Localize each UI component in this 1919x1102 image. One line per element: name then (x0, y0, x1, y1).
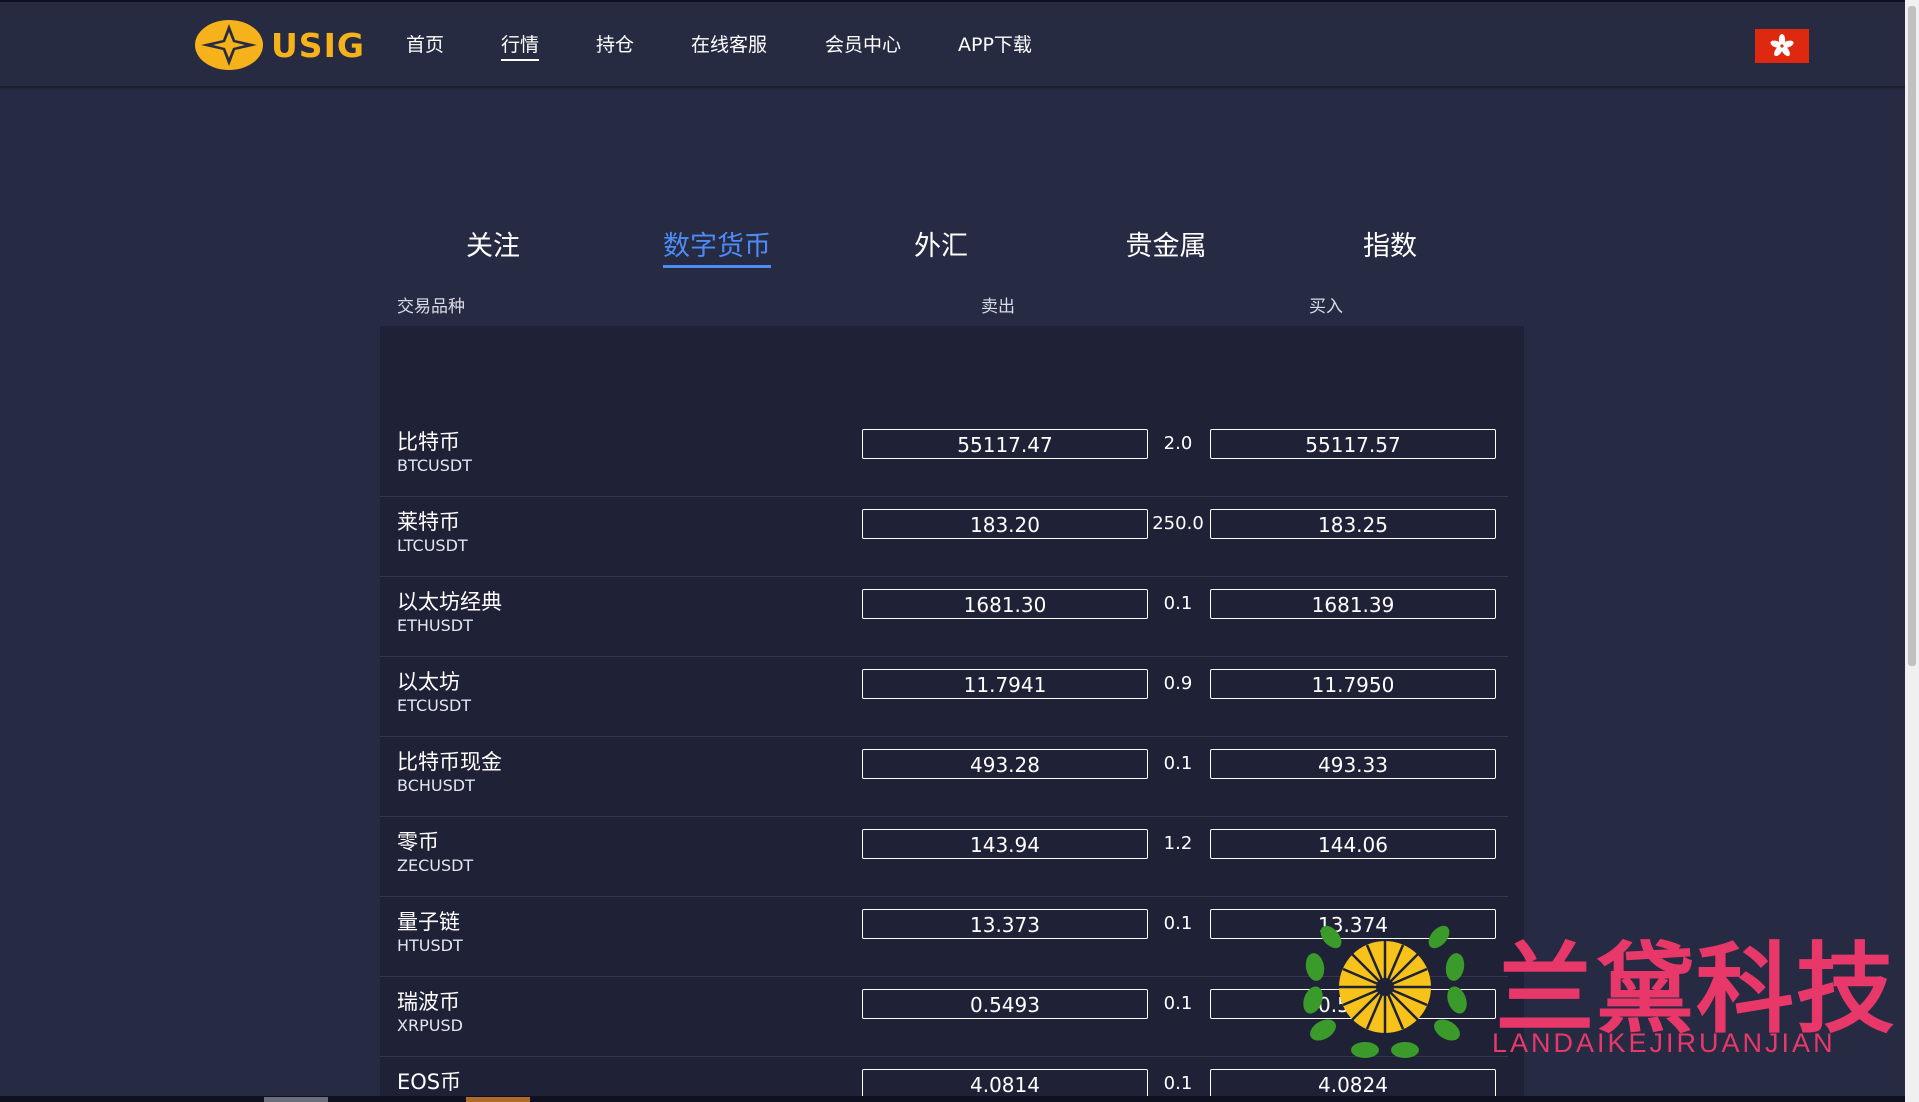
symbol-name: 比特币 (397, 430, 460, 454)
symbol-code: LTCUSDT (397, 536, 468, 555)
symbol-code: BTCUSDT (397, 456, 472, 475)
sell-price-button[interactable]: 1681.30 (862, 589, 1148, 619)
spread-value: 0.1 (1163, 1073, 1193, 1094)
bottom-tab-marker (264, 1097, 328, 1102)
sell-price-button[interactable]: 0.5493 (862, 989, 1148, 1019)
hong-kong-flag-icon (1770, 34, 1794, 57)
nav-item-member-center[interactable]: 会员中心 (825, 30, 901, 57)
symbol-name: EOS币 (397, 1070, 462, 1094)
page-scrollbar[interactable] (1905, 0, 1919, 1102)
tab-indices[interactable]: 指数 (1363, 224, 1417, 263)
symbol-name: 比特币现金 (397, 750, 502, 774)
sell-price-button[interactable]: 11.7941 (862, 669, 1148, 699)
column-header-sell: 卖出 (981, 297, 1015, 317)
sell-price-button[interactable]: 55117.47 (862, 429, 1148, 459)
table-row[interactable]: 以太坊 ETCUSDT 11.7941 0.9 11.7950 (380, 656, 1508, 737)
buy-price-button[interactable]: 11.7950 (1210, 669, 1496, 699)
column-header-symbol: 交易品种 (397, 297, 465, 317)
buy-price-button[interactable]: 493.33 (1210, 749, 1496, 779)
table-row[interactable]: 莱特币 LTCUSDT 183.20 250.0 183.25 (380, 496, 1508, 577)
spread-value: 250.0 (1152, 513, 1204, 534)
symbol-name: 量子链 (397, 910, 460, 934)
nav-item-online-service[interactable]: 在线客服 (691, 30, 767, 57)
nav-item-positions[interactable]: 持仓 (596, 30, 634, 57)
spread-value: 0.1 (1163, 753, 1193, 774)
nav-item-app-download[interactable]: APP下载 (958, 30, 1032, 57)
brand-name: USIG (271, 25, 365, 65)
buy-price-button[interactable]: 183.25 (1210, 509, 1496, 539)
spread-value: 0.9 (1163, 673, 1193, 694)
buy-price-button[interactable]: 55117.57 (1210, 429, 1496, 459)
symbol-name: 零币 (397, 830, 439, 854)
buy-price-button[interactable]: 4.0824 (1210, 1069, 1496, 1099)
nav-item-market[interactable]: 行情 (501, 30, 540, 61)
spread-value: 0.1 (1163, 993, 1193, 1014)
sell-price-button[interactable]: 143.94 (862, 829, 1148, 859)
sell-price-button[interactable]: 4.0814 (862, 1069, 1148, 1099)
symbol-name: 瑞波币 (397, 990, 460, 1014)
symbol-code: ZECUSDT (397, 856, 474, 875)
column-header-buy: 买入 (1309, 297, 1343, 317)
watermark-subtitle: LANDAIKEJIRUANJIAN (1492, 1028, 1836, 1058)
table-row[interactable]: 比特币现金 BCHUSDT 493.28 0.1 493.33 (380, 736, 1508, 817)
symbol-code: BCHUSDT (397, 776, 475, 795)
symbol-name: 以太坊经典 (397, 590, 502, 614)
table-row[interactable]: 零币 ZECUSDT 143.94 1.2 144.06 (380, 816, 1508, 897)
symbol-code: XRPUSD (397, 1016, 463, 1035)
symbol-name: 莱特币 (397, 510, 460, 534)
top-header: USIG 首页 行情 持仓 在线客服 会员中心 APP下载 (0, 0, 1905, 86)
spread-value: 0.1 (1163, 913, 1193, 934)
nav-item-home[interactable]: 首页 (406, 30, 444, 57)
symbol-code: ETCUSDT (397, 696, 472, 715)
sell-price-button[interactable]: 13.373 (862, 909, 1148, 939)
symbol-name: 以太坊 (397, 670, 460, 694)
spread-value: 0.1 (1163, 593, 1193, 614)
spread-value: 2.0 (1163, 433, 1193, 454)
tab-crypto[interactable]: 数字货币 (663, 224, 771, 268)
buy-price-button[interactable]: 144.06 (1210, 829, 1496, 859)
brand-logo[interactable]: USIG (193, 18, 365, 72)
language-selector[interactable] (1755, 29, 1809, 63)
buy-price-button[interactable]: 1681.39 (1210, 589, 1496, 619)
scrollbar-thumb[interactable] (1908, 6, 1916, 666)
market-page: USIG 首页 行情 持仓 在线客服 会员中心 APP下载 关注 数字货币 外汇… (0, 0, 1919, 1102)
sell-price-button[interactable]: 493.28 (862, 749, 1148, 779)
sell-price-button[interactable]: 183.20 (862, 509, 1148, 539)
watermark-laurel-icon (1303, 925, 1467, 1058)
symbol-code: HTUSDT (397, 936, 463, 955)
table-row[interactable]: 比特币 BTCUSDT 55117.47 2.0 55117.57 (380, 416, 1508, 497)
bottom-tab-marker (466, 1097, 530, 1102)
tab-watchlist[interactable]: 关注 (466, 224, 520, 263)
tab-precious-metals[interactable]: 贵金属 (1126, 224, 1207, 263)
symbol-code: ETHUSDT (397, 616, 473, 635)
spread-value: 1.2 (1163, 833, 1193, 854)
table-row[interactable]: 以太坊经典 ETHUSDT 1681.30 0.1 1681.39 (380, 576, 1508, 657)
tab-forex[interactable]: 外汇 (914, 224, 968, 263)
usig-logo-icon (195, 20, 263, 70)
